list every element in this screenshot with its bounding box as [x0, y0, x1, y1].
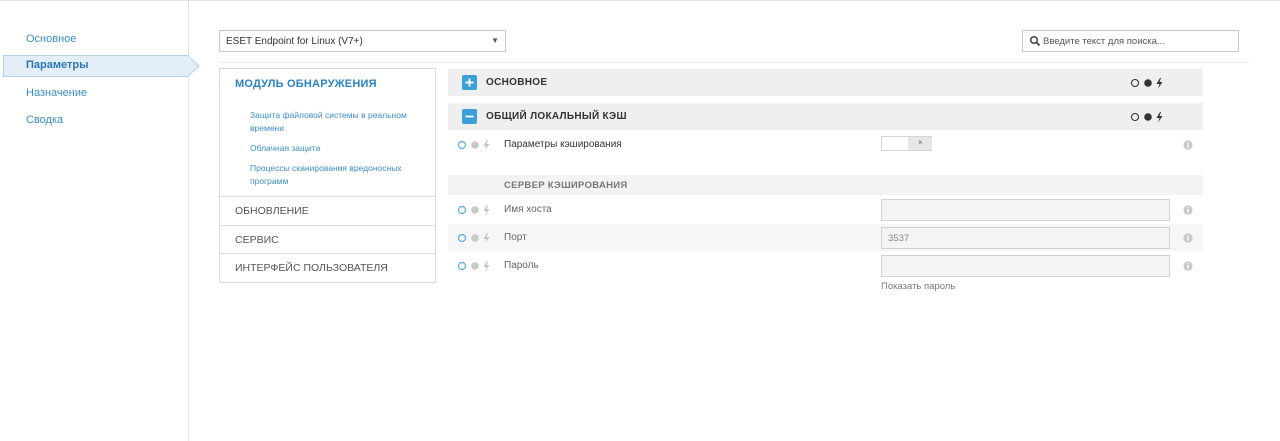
policy-force-icon — [471, 262, 479, 270]
policy-force-icon — [471, 141, 479, 149]
lightning-icon — [483, 205, 490, 216]
policy-flags — [1130, 112, 1163, 123]
caching-toggle[interactable]: × — [881, 136, 932, 151]
category-update[interactable]: ОБНОВЛЕНИЕ — [220, 196, 435, 225]
policy-apply-icon — [457, 233, 467, 243]
toolbar-divider — [219, 62, 1249, 63]
plus-icon — [465, 78, 474, 87]
subsection-cache-server: СЕРВЕР КЭШИРОВАНИЯ — [448, 175, 1203, 195]
setting-row-password: Пароль — [448, 252, 1203, 279]
policy-apply-icon — [1130, 78, 1140, 88]
product-select[interactable]: ESET Endpoint for Linux (V7+) ▼ — [219, 30, 506, 52]
category-ui[interactable]: ИНТЕРФЕЙС ПОЛЬЗОВАТЕЛЯ — [220, 253, 435, 282]
nav-item-summary[interactable]: Сводка — [26, 114, 63, 126]
policy-force-icon — [1144, 113, 1152, 121]
nav-item-settings-label: Параметры — [26, 59, 89, 71]
port-label: Порт — [504, 232, 527, 243]
expand-button[interactable] — [462, 75, 477, 90]
hostname-field[interactable] — [881, 199, 1170, 221]
lightning-icon — [1156, 112, 1163, 123]
lightning-icon — [483, 261, 490, 272]
policy-apply-icon — [457, 140, 467, 150]
nav-item-basic[interactable]: Основное — [26, 33, 76, 45]
policy-force-icon — [471, 234, 479, 242]
policy-force-icon — [1144, 79, 1152, 87]
policy-flags — [1130, 78, 1163, 89]
category-tools-label: СЕРВИС — [235, 234, 279, 246]
hostname-label: Имя хоста — [504, 204, 552, 215]
search-icon — [1029, 35, 1041, 47]
subsection-cache-server-title: СЕРВЕР КЭШИРОВАНИЯ — [504, 180, 628, 191]
policy-apply-icon — [1130, 112, 1140, 122]
info-icon[interactable] — [1183, 205, 1193, 215]
policy-apply-icon — [457, 261, 467, 271]
close-icon: × — [918, 138, 923, 147]
setting-row-port: Порт 3537 — [448, 224, 1203, 251]
port-field[interactable]: 3537 — [881, 227, 1170, 249]
top-border — [0, 0, 1280, 2]
port-value: 3537 — [888, 233, 910, 244]
section-cache-header[interactable]: ОБЩИЙ ЛОКАЛЬНЫЙ КЭШ — [448, 103, 1203, 130]
nav-item-settings[interactable]: Параметры — [3, 55, 200, 77]
setting-row-hostname: Имя хоста — [448, 196, 1203, 223]
category-sub-scans[interactable]: Процессы сканирования вредоносных програ… — [250, 162, 410, 188]
category-sub-cloud[interactable]: Облачная защита — [250, 142, 410, 155]
row-policy-flags[interactable] — [457, 260, 497, 272]
lightning-icon — [1156, 78, 1163, 89]
password-field[interactable] — [881, 255, 1170, 277]
section-basic-title: ОСНОВНОЕ — [486, 77, 548, 88]
policy-apply-icon — [457, 205, 467, 215]
section-basic-header[interactable]: ОСНОВНОЕ — [448, 69, 1203, 96]
minus-icon — [465, 115, 474, 118]
show-password-link[interactable]: Показать пароль — [881, 281, 955, 292]
info-icon[interactable] — [1183, 261, 1193, 271]
row-policy-flags[interactable] — [457, 204, 497, 216]
collapse-button[interactable] — [462, 109, 477, 124]
info-icon[interactable] — [1183, 233, 1193, 243]
info-icon[interactable] — [1183, 140, 1193, 150]
wizard-nav: Основное Параметры Назначение Сводка — [0, 0, 200, 441]
chevron-down-icon: ▼ — [491, 36, 499, 45]
product-select-value: ESET Endpoint for Linux (V7+) — [226, 36, 363, 47]
lightning-icon — [483, 140, 490, 151]
nav-item-assign[interactable]: Назначение — [26, 87, 87, 99]
row-policy-flags[interactable] — [457, 139, 497, 151]
row-policy-flags[interactable] — [457, 232, 497, 244]
caching-params-label: Параметры кэширования — [504, 139, 622, 150]
lightning-icon — [483, 233, 490, 244]
search-input[interactable] — [1043, 34, 1233, 49]
category-detection-engine[interactable]: МОДУЛЬ ОБНАРУЖЕНИЯ — [235, 78, 377, 90]
search-box[interactable] — [1022, 30, 1239, 52]
category-panel: МОДУЛЬ ОБНАРУЖЕНИЯ Защита файловой систе… — [219, 68, 436, 283]
category-sub-realtime[interactable]: Защита файловой системы в реальном време… — [250, 109, 410, 135]
category-ui-label: ИНТЕРФЕЙС ПОЛЬЗОВАТЕЛЯ — [235, 262, 388, 274]
category-update-label: ОБНОВЛЕНИЕ — [235, 205, 309, 217]
password-label: Пароль — [504, 260, 539, 271]
policy-force-icon — [471, 206, 479, 214]
category-tools[interactable]: СЕРВИС — [220, 225, 435, 254]
section-cache-title: ОБЩИЙ ЛОКАЛЬНЫЙ КЭШ — [486, 111, 627, 122]
setting-row-caching: Параметры кэширования × — [448, 131, 1203, 158]
